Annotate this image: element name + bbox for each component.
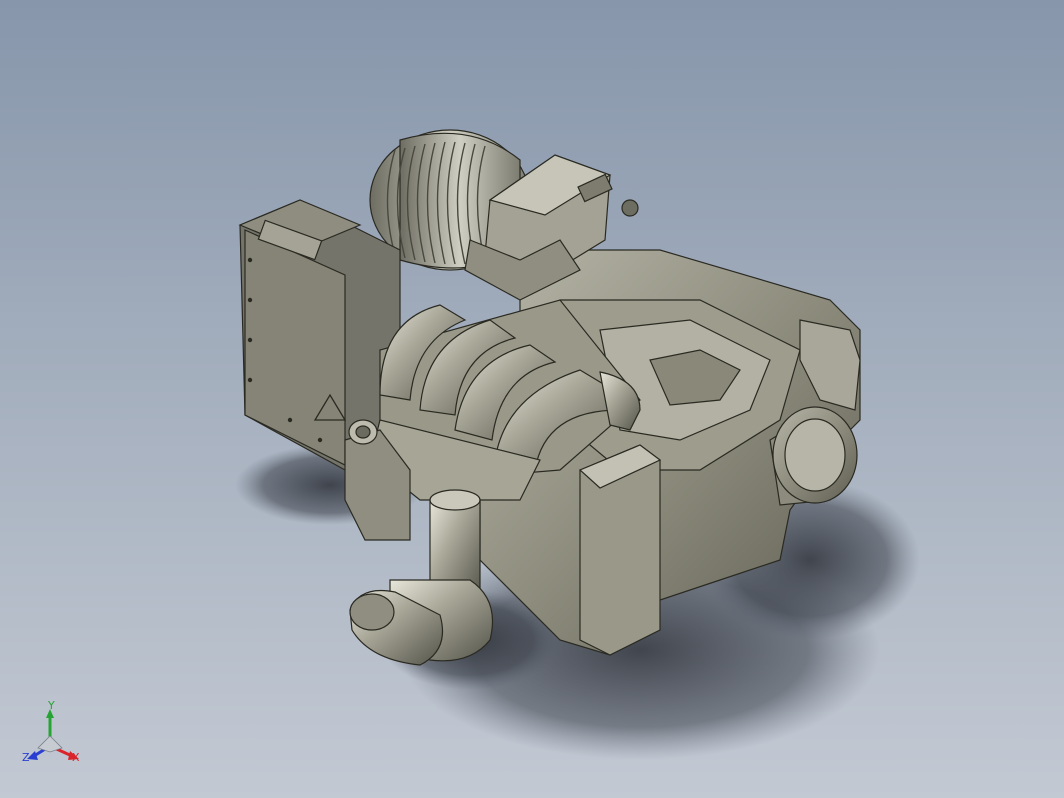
front-cover-plate[interactable] (578, 444, 662, 656)
cad-graphics-viewport[interactable]: Y X Z (0, 0, 1064, 798)
y-axis-label: Y (47, 700, 55, 712)
coordinate-triad[interactable]: Y X Z (18, 700, 88, 770)
z-axis-label: Z (22, 751, 30, 764)
x-axis-label: X (72, 751, 80, 764)
engine-assembly-model[interactable] (0, 0, 1064, 798)
triad-center (37, 735, 63, 753)
